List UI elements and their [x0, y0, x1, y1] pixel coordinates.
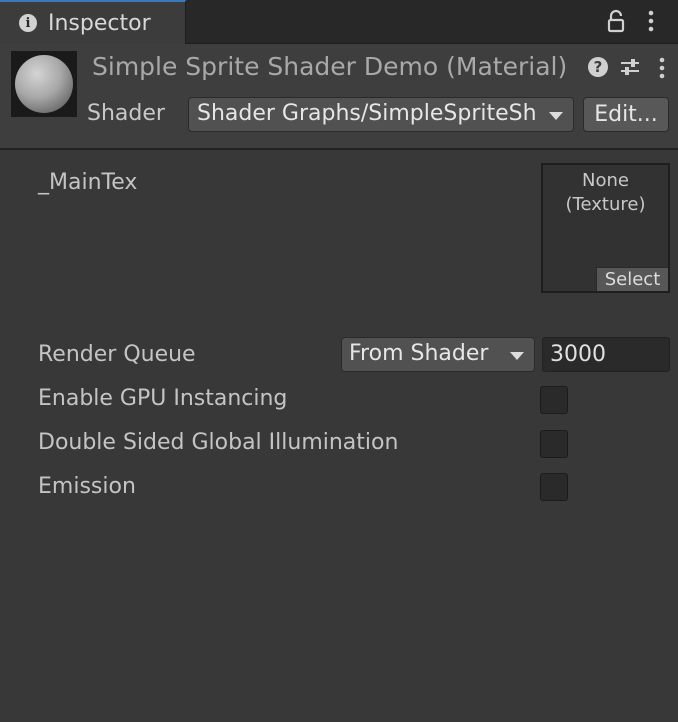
main-tex-label: _MainTex [38, 170, 138, 195]
render-queue-input[interactable] [542, 337, 670, 372]
sphere-preview-icon [15, 55, 73, 113]
material-title: Simple Sprite Shader Demo (Material) [92, 52, 568, 81]
dropdown-arrow-icon [510, 352, 524, 360]
gpu-instancing-label: Enable GPU Instancing [38, 386, 288, 411]
dropdown-arrow-icon [549, 112, 563, 120]
emission-checkbox[interactable] [540, 473, 568, 501]
texture-select-button[interactable]: Select [596, 267, 668, 291]
edit-shader-button[interactable]: Edit... [583, 97, 669, 132]
kebab-menu-icon[interactable] [643, 10, 659, 32]
tab-label: Inspector [48, 10, 151, 36]
help-icon[interactable]: ? [588, 57, 608, 77]
shader-dropdown[interactable]: Shader Graphs/SimpleSpriteShader [188, 97, 574, 132]
texture-type-text: (Texture) [565, 194, 646, 215]
tab-bar: i Inspector [0, 0, 678, 44]
lock-icon[interactable] [606, 9, 626, 33]
texture-slot-text: None (Texture) [543, 169, 668, 217]
render-queue-label: Render Queue [38, 342, 196, 367]
shader-dropdown-value: Shader Graphs/SimpleSpriteShader [197, 101, 537, 126]
info-icon: i [19, 14, 37, 32]
render-queue-mode: From Shader [349, 341, 489, 366]
kebab-menu-icon[interactable] [655, 56, 669, 80]
shader-label: Shader [87, 101, 165, 126]
emission-label: Emission [38, 474, 136, 499]
material-header: Simple Sprite Shader Demo (Material) ? S… [0, 44, 678, 150]
double-sided-gi-checkbox[interactable] [540, 430, 568, 458]
material-preview [11, 51, 77, 117]
double-sided-gi-label: Double Sided Global Illumination [38, 430, 399, 455]
render-queue-dropdown[interactable]: From Shader [341, 337, 535, 372]
preset-icon[interactable] [619, 56, 641, 78]
texture-slot[interactable]: None (Texture) Select [541, 163, 670, 293]
texture-none-text: None [582, 170, 629, 191]
tab-inspector[interactable]: i Inspector [0, 0, 186, 44]
gpu-instancing-checkbox[interactable] [540, 386, 568, 414]
